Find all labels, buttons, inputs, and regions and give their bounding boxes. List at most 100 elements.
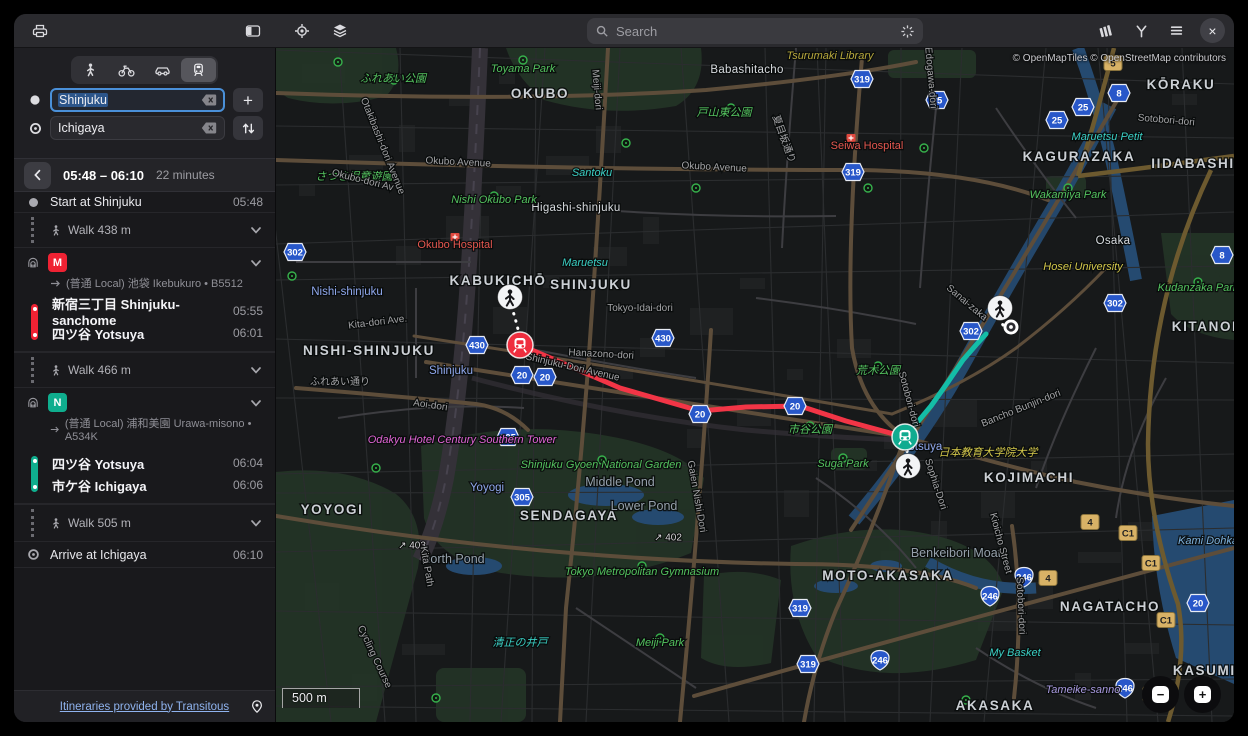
- svg-text:4: 4: [1045, 574, 1051, 585]
- walk-icon: [50, 224, 62, 237]
- location-pin-button[interactable]: [250, 699, 264, 714]
- arrow-right-icon: [50, 279, 61, 288]
- back-button[interactable]: [24, 162, 51, 189]
- map-label: KAGURAZAKA: [1023, 149, 1136, 164]
- transit-stop-marker[interactable]: [507, 332, 533, 358]
- map-label: Nishi Okubo Park: [451, 194, 537, 206]
- stop-name: 市ケ谷 Ichigaya: [52, 476, 147, 495]
- map-canvas[interactable]: 2020202020430430302302302305305319319319…: [276, 48, 1234, 722]
- map-label: 清正の井戸: [493, 636, 550, 649]
- map-label: OKUBO: [511, 86, 569, 101]
- sidebar-toggle-button[interactable]: [242, 20, 264, 42]
- chevron-down-icon[interactable]: [249, 396, 263, 410]
- chevron-down-icon[interactable]: [249, 516, 263, 530]
- step-transit-1[interactable]: M (普通 Local) 池袋 Ikebukuro • B5512: [14, 248, 275, 295]
- sidebar-footer: Itineraries provided by Transitous: [14, 690, 275, 722]
- step-start[interactable]: Start at Shinjuku 05:48: [14, 192, 275, 212]
- walk-icon: [83, 62, 98, 78]
- walk-marker[interactable]: [988, 296, 1013, 321]
- chevron-down-icon[interactable]: [249, 223, 263, 237]
- map-label: Toyama Park: [491, 63, 556, 75]
- swap-endpoints-button[interactable]: [233, 116, 263, 140]
- print-button[interactable]: [29, 20, 51, 42]
- layers-button[interactable]: [329, 20, 351, 42]
- mode-car-button[interactable]: [145, 58, 180, 82]
- itinerary-steps: Start at Shinjuku 05:48 Walk 438 m: [14, 192, 275, 690]
- plus-icon: +: [1194, 686, 1211, 703]
- map-view[interactable]: 2020202020430430302302302305305319319319…: [276, 48, 1234, 722]
- map-label: Higashi-shinjuku: [531, 202, 620, 214]
- origin-dot-icon: [28, 94, 42, 106]
- svg-text:4: 4: [1087, 518, 1093, 529]
- scale-bar: 500 m: [282, 688, 360, 708]
- step-walk-3[interactable]: Walk 505 m: [14, 504, 275, 542]
- map-label: Santoku: [572, 167, 612, 179]
- svg-text:430: 430: [469, 341, 485, 352]
- map-label: Shinjuku: [429, 365, 473, 377]
- walk-dotted-line: [31, 357, 34, 383]
- origin-input[interactable]: Shinjuku: [50, 88, 225, 112]
- step-arrive[interactable]: Arrive at Ichigaya 06:10: [14, 542, 275, 568]
- line-bar-teal: [31, 456, 38, 492]
- train-outline-icon: [26, 395, 40, 410]
- headerbar: Search ×: [14, 14, 1234, 48]
- map-label: Maruetsu Petit: [1072, 131, 1144, 143]
- walk-marker[interactable]: [896, 454, 921, 479]
- svg-text:25: 25: [1078, 103, 1089, 114]
- map-label: Lower Pond: [611, 499, 678, 513]
- stop-time: 06:01: [233, 326, 263, 340]
- svg-text:25: 25: [1052, 116, 1063, 127]
- zoom-out-button[interactable]: −: [1142, 676, 1179, 713]
- stop-time: 06:06: [233, 478, 263, 492]
- train-outline-icon: [26, 255, 40, 270]
- destination-marker[interactable]: [1004, 320, 1019, 335]
- main-menu-button[interactable]: [1165, 20, 1187, 42]
- search-input[interactable]: Search: [587, 18, 923, 44]
- map-label: Babashitacho: [710, 64, 783, 76]
- step-walk-1[interactable]: Walk 438 m: [14, 212, 275, 248]
- stop-name: 四ツ谷 Yotsuya: [52, 454, 144, 473]
- step-walk-2[interactable]: Walk 466 m: [14, 352, 275, 388]
- map-label: MOTO-AKASAKA: [822, 568, 953, 583]
- clear-destination-button[interactable]: [201, 122, 217, 134]
- printer-icon: [32, 23, 48, 39]
- destination-target-icon: [28, 122, 42, 135]
- map-attribution[interactable]: © OpenMapTiles © OpenStreetMap contribut…: [1013, 53, 1226, 64]
- destination-input[interactable]: Ichigaya: [50, 116, 225, 140]
- window-close-button[interactable]: ×: [1200, 18, 1225, 43]
- step-transit-1-stops: 新宿三丁目 Shinjuku-sanchome05:55 四ツ谷 Yotsuya…: [14, 295, 275, 352]
- route-sidebar: Shinjuku + Ichigaya: [14, 48, 276, 722]
- search-trailing-button[interactable]: [900, 24, 915, 39]
- svg-text:302: 302: [963, 327, 979, 338]
- map-label: Tsurumaki Library: [786, 50, 875, 62]
- mode-bike-button[interactable]: [109, 58, 144, 82]
- arrive-target-icon: [26, 548, 40, 561]
- zoom-in-button[interactable]: +: [1184, 676, 1221, 713]
- chevron-down-icon[interactable]: [249, 363, 263, 377]
- step-transit-2[interactable]: N (普通 Local) 浦和美園 Urawa-misono • A534K: [14, 388, 275, 447]
- routes-button[interactable]: [1130, 20, 1152, 42]
- transitous-attribution-link[interactable]: Itineraries provided by Transitous: [60, 701, 229, 713]
- map-label: NISHI-SHINJUKU: [303, 343, 435, 358]
- road-shield: 430: [466, 337, 488, 354]
- bike-icon: [118, 62, 135, 78]
- pin-icon: [250, 699, 264, 714]
- sidebar-header: [14, 14, 276, 47]
- add-stop-button[interactable]: +: [233, 88, 263, 112]
- map-label: Shinjuku Gyoen National Garden: [521, 459, 682, 471]
- mode-walk-button[interactable]: [73, 58, 108, 82]
- mode-transit-button[interactable]: [181, 58, 216, 82]
- locate-button[interactable]: [291, 20, 313, 42]
- map-label: 市谷公園: [788, 423, 834, 436]
- walk-marker[interactable]: [498, 285, 523, 310]
- clear-origin-button[interactable]: [201, 94, 217, 106]
- road-shield: 302: [284, 244, 306, 261]
- chevron-down-icon[interactable]: [249, 256, 263, 270]
- hamburger-menu-icon: [1169, 23, 1184, 38]
- plus-icon: +: [243, 92, 253, 109]
- svg-text:302: 302: [1107, 299, 1123, 310]
- bookmarks-button[interactable]: [1095, 20, 1117, 42]
- destination-row: Ichigaya: [14, 114, 275, 142]
- road-shield: 20: [534, 369, 556, 386]
- transit-stop-marker[interactable]: [892, 424, 918, 450]
